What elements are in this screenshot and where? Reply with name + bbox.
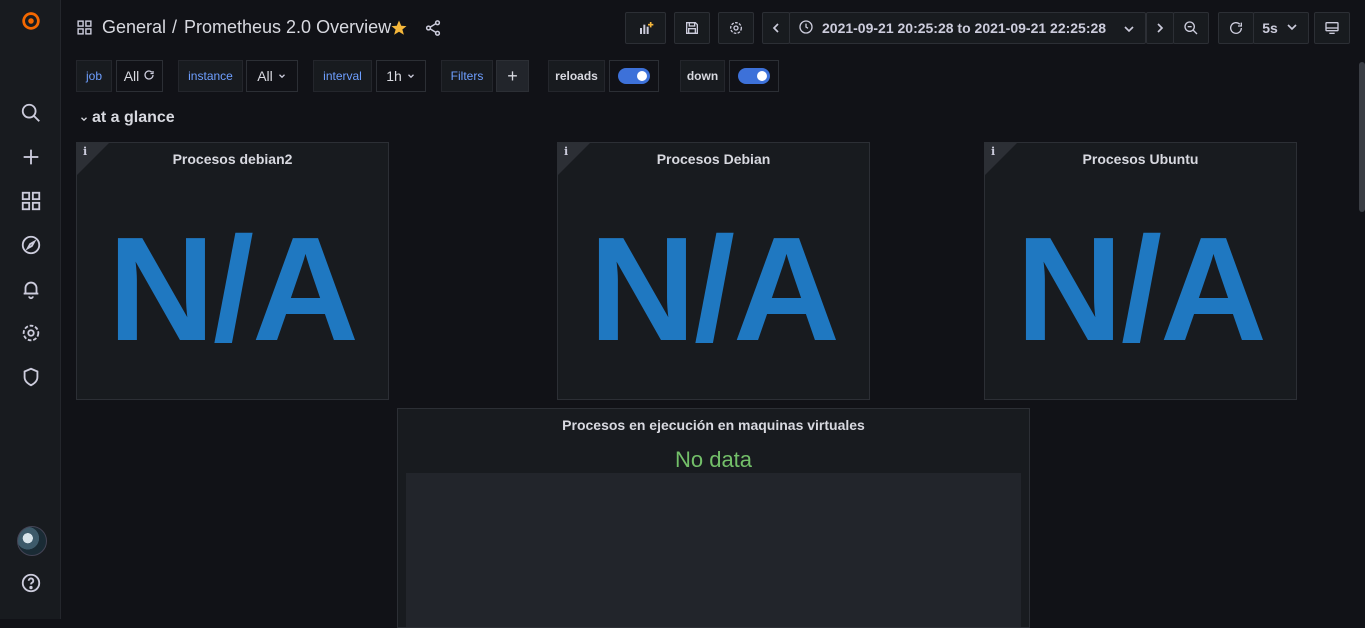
add-panel-button[interactable] [625,12,666,44]
dashboard-navbar: General / Prometheus 2.0 Overview 2021-0… [60,0,1365,56]
loading-refresh-icon [143,68,155,84]
panel-title[interactable]: Procesos en ejecución en maquinas virtua… [398,417,1029,433]
time-range-back-button[interactable] [762,12,790,44]
dashboard-settings-button[interactable] [718,12,754,44]
tv-mode-button[interactable] [1314,12,1350,44]
reloads-switch[interactable] [618,68,650,84]
alerting-bell-icon[interactable] [18,276,44,302]
chevron-down-icon [406,68,416,84]
page-title[interactable]: Prometheus 2.0 Overview [184,17,391,38]
stat-panel[interactable]: i Procesos debian2 N/A [76,142,389,400]
refresh-interval-picker[interactable]: 5s [1253,12,1309,44]
grafana-logo-icon[interactable] [18,8,44,34]
time-range-text: 2021-09-21 20:25:28 to 2021-09-21 22:25:… [822,20,1107,36]
configuration-gear-icon[interactable] [18,320,44,346]
share-icon[interactable] [424,19,442,40]
chevron-down-icon[interactable] [79,112,89,127]
reloads-toggle[interactable] [609,60,659,92]
dashboards-grid-icon[interactable] [76,19,93,39]
graph-panel[interactable]: Procesos en ejecución en maquinas virtua… [397,408,1030,628]
zoom-out-button[interactable] [1173,12,1209,44]
stat-panel[interactable]: i Procesos Ubuntu N/A [984,142,1297,400]
variable-value-job: All [123,68,140,84]
add-filter-button[interactable]: + [496,60,529,92]
variable-label-filters: Filters [441,60,493,92]
stat-value: N/A [589,207,840,372]
explore-compass-icon[interactable] [18,232,44,258]
chevron-down-icon [1284,19,1300,38]
variable-select-job[interactable]: All [116,60,163,92]
panel-title[interactable]: Procesos Ubuntu [985,151,1296,167]
variable-value-interval: 1h [386,68,402,84]
server-admin-shield-icon[interactable] [18,364,44,390]
star-icon[interactable] [390,19,408,40]
plus-icon[interactable] [18,144,44,170]
search-icon[interactable] [18,100,44,126]
dashboards-icon[interactable] [18,188,44,214]
stat-panel[interactable]: i Procesos Debian N/A [557,142,870,400]
user-avatar[interactable] [17,526,47,556]
breadcrumb-folder[interactable]: General [102,17,166,38]
clock-icon [798,19,814,38]
chevron-down-icon [1121,21,1137,40]
stat-value: N/A [108,207,359,372]
variable-label-down: down [680,60,725,92]
panel-title[interactable]: Procesos Debian [558,151,869,167]
help-icon[interactable] [18,570,44,596]
row-title[interactable]: at a glance [92,109,175,127]
refresh-interval-value: 5s [1262,20,1278,36]
variable-label-job: job [76,60,112,92]
variable-value-instance: All [257,68,273,84]
sidebar [0,0,61,619]
variable-label-reloads: reloads [548,60,605,92]
page-scrollbar[interactable] [1359,62,1365,212]
time-range-forward-button[interactable] [1146,12,1174,44]
chevron-down-icon [277,68,287,84]
graph-area [406,473,1021,627]
stat-value: N/A [1016,207,1267,372]
panel-title[interactable]: Procesos debian2 [77,151,388,167]
save-dashboard-button[interactable] [674,12,710,44]
down-switch[interactable] [738,68,770,84]
refresh-button[interactable] [1218,12,1254,44]
variable-select-instance[interactable]: All [246,60,298,92]
variable-label-instance: instance [178,60,243,92]
breadcrumb-separator: / [172,17,178,37]
down-toggle[interactable] [729,60,779,92]
time-range-picker[interactable]: 2021-09-21 20:25:28 to 2021-09-21 22:25:… [789,12,1146,44]
variable-label-interval: interval [313,60,372,92]
no-data-message: No data [674,447,753,472]
variable-select-interval[interactable]: 1h [376,60,426,92]
